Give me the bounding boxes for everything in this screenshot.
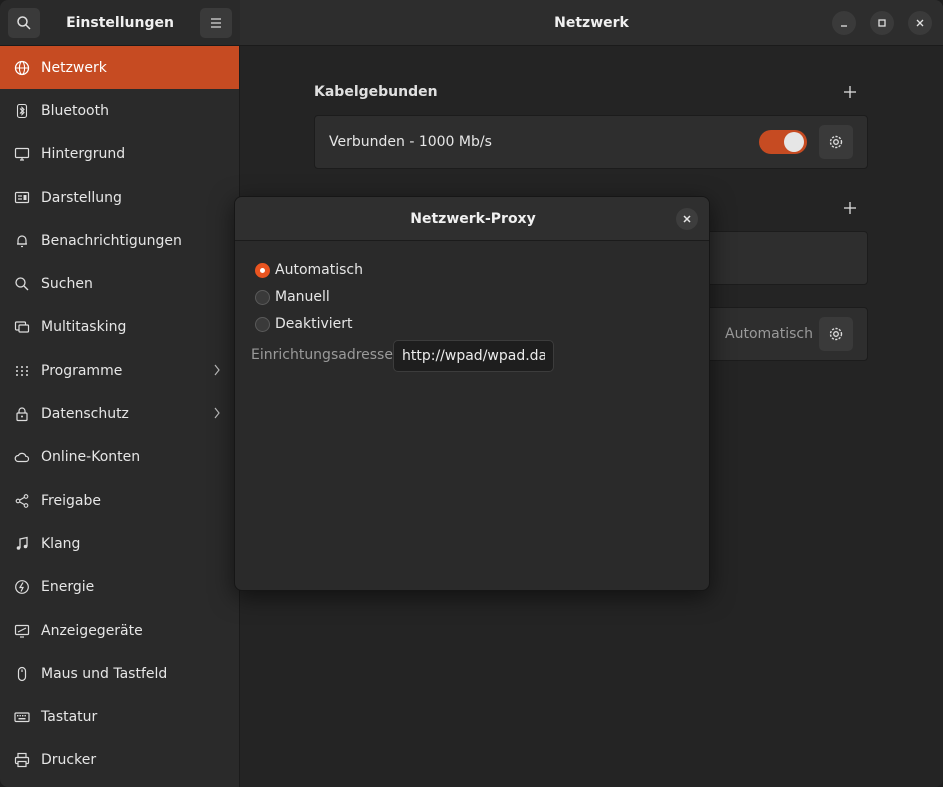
sidebar-item-label: Klang bbox=[41, 535, 81, 552]
sidebar-item-hintergrund[interactable]: Hintergrund bbox=[0, 133, 239, 176]
close-window-button[interactable] bbox=[908, 11, 932, 35]
config-address-label: Einrichtungsadresse bbox=[251, 347, 393, 363]
main-menu-button[interactable] bbox=[200, 8, 232, 38]
sidebar-item-label: Datenschutz bbox=[41, 406, 129, 423]
printer-icon bbox=[14, 752, 30, 768]
sidebar-item-benachrichtigungen[interactable]: Benachrichtigungen bbox=[0, 219, 239, 262]
main-header: Netzwerk bbox=[240, 0, 943, 46]
sidebar-item-label: Freigabe bbox=[41, 492, 101, 509]
sidebar-item-tastatur[interactable]: Tastatur bbox=[0, 695, 239, 738]
wired-connection-status: Verbunden - 1000 Mb/s bbox=[329, 134, 492, 150]
radio-button-selected[interactable] bbox=[255, 262, 270, 278]
search-icon bbox=[14, 276, 30, 292]
close-icon bbox=[916, 19, 924, 27]
sidebar-item-label: Tastatur bbox=[41, 709, 98, 726]
sidebar-item-label: Multitasking bbox=[41, 319, 127, 336]
radio-manuell[interactable]: Manuell bbox=[255, 289, 330, 305]
sidebar-item-label: Bluetooth bbox=[41, 102, 109, 119]
wired-section-title: Kabelgebunden bbox=[314, 84, 438, 100]
sidebar-item-multitasking[interactable]: Multitasking bbox=[0, 306, 239, 349]
sidebar-item-drucker[interactable]: Drucker bbox=[0, 739, 239, 782]
sidebar-item-label: Programme bbox=[41, 362, 123, 379]
monitor-icon bbox=[14, 146, 30, 162]
sidebar-item-suchen[interactable]: Suchen bbox=[0, 262, 239, 305]
display-icon bbox=[14, 623, 30, 639]
sidebar-item-label: Netzwerk bbox=[41, 59, 107, 76]
toggle-knob bbox=[784, 132, 804, 152]
radio-label: Deaktiviert bbox=[275, 316, 353, 332]
bluetooth-icon bbox=[14, 103, 30, 119]
sidebar-item-darstellung[interactable]: Darstellung bbox=[0, 176, 239, 219]
appearance-icon bbox=[14, 190, 30, 206]
sidebar-item-label: Online-Konten bbox=[41, 449, 141, 466]
close-icon bbox=[683, 215, 691, 223]
add-vpn-button[interactable] bbox=[840, 198, 860, 218]
dialog-close-button[interactable] bbox=[676, 208, 698, 230]
sidebar-item-label: Energie bbox=[41, 579, 95, 596]
sidebar-header: Einstellungen bbox=[0, 0, 240, 46]
sidebar-item-label: Anzeigegeräte bbox=[41, 622, 143, 639]
radio-label: Automatisch bbox=[275, 262, 363, 278]
maximize-icon bbox=[878, 19, 886, 27]
config-address-input[interactable] bbox=[393, 340, 554, 372]
wired-settings-button[interactable] bbox=[819, 125, 853, 159]
radio-dot bbox=[260, 267, 265, 273]
sidebar-item-energie[interactable]: Energie bbox=[0, 566, 239, 609]
sidebar-item-freigabe[interactable]: Freigabe bbox=[0, 479, 239, 522]
radio-label: Manuell bbox=[275, 289, 330, 305]
sidebar-item-klang[interactable]: Klang bbox=[0, 522, 239, 565]
hamburger-menu-icon bbox=[211, 18, 221, 28]
add-wired-connection-button[interactable] bbox=[840, 82, 860, 102]
plus-icon bbox=[844, 202, 856, 214]
share-icon bbox=[14, 493, 30, 509]
minimize-button[interactable] bbox=[832, 11, 856, 35]
mouse-icon bbox=[14, 666, 30, 682]
wired-connection-toggle[interactable] bbox=[759, 130, 807, 154]
chevron-right-icon bbox=[213, 362, 221, 382]
settings-window: Einstellungen Netzwerk Netzwerk Bluetoot… bbox=[0, 0, 943, 787]
radio-deaktiviert[interactable]: Deaktiviert bbox=[255, 316, 353, 332]
sidebar-item-online-konten[interactable]: Online-Konten bbox=[0, 436, 239, 479]
network-proxy-dialog: Netzwerk-Proxy Automatisch Manuell Deakt… bbox=[234, 196, 710, 591]
sidebar-item-label: Suchen bbox=[41, 276, 93, 293]
keyboard-icon bbox=[14, 709, 30, 725]
wired-connection-row: Verbunden - 1000 Mb/s bbox=[314, 115, 868, 169]
cloud-icon bbox=[14, 449, 30, 465]
sidebar-item-label: Benachrichtigungen bbox=[41, 232, 182, 249]
gear-icon bbox=[829, 327, 843, 341]
sidebar-item-anzeigegeraete[interactable]: Anzeigegeräte bbox=[0, 609, 239, 652]
power-icon bbox=[14, 579, 30, 595]
sidebar-item-netzwerk[interactable]: Netzwerk bbox=[0, 46, 239, 90]
sidebar-item-label: Darstellung bbox=[41, 189, 122, 206]
dialog-header: Netzwerk-Proxy bbox=[235, 197, 709, 241]
sidebar-item-label: Drucker bbox=[41, 752, 97, 769]
radio-button[interactable] bbox=[255, 316, 270, 332]
sidebar-item-label: Hintergrund bbox=[41, 146, 126, 163]
sidebar-item-label: Maus und Tastfeld bbox=[41, 665, 168, 682]
lock-icon bbox=[14, 406, 30, 422]
plus-icon bbox=[844, 86, 856, 98]
sidebar: Netzwerk Bluetooth Hintergrund Darstellu… bbox=[0, 46, 240, 787]
sidebar-item-bluetooth[interactable]: Bluetooth bbox=[0, 89, 239, 132]
chevron-right-icon bbox=[213, 405, 221, 425]
network-proxy-settings-button[interactable] bbox=[819, 317, 853, 351]
dialog-title: Netzwerk-Proxy bbox=[410, 211, 536, 227]
apps-grid-icon bbox=[14, 363, 30, 379]
radio-button[interactable] bbox=[255, 289, 270, 305]
bell-icon bbox=[14, 233, 30, 249]
sidebar-item-maus-und-tastfeld[interactable]: Maus und Tastfeld bbox=[0, 652, 239, 695]
gear-icon bbox=[829, 135, 843, 149]
music-note-icon bbox=[14, 536, 30, 552]
sidebar-item-programme[interactable]: Programme bbox=[0, 349, 239, 392]
sidebar-item-datenschutz[interactable]: Datenschutz bbox=[0, 392, 239, 435]
globe-icon bbox=[14, 60, 30, 76]
minimize-icon bbox=[841, 25, 847, 27]
network-proxy-value: Automatisch bbox=[725, 326, 813, 342]
multitasking-icon bbox=[14, 319, 30, 335]
radio-automatisch[interactable]: Automatisch bbox=[255, 262, 363, 278]
maximize-button[interactable] bbox=[870, 11, 894, 35]
